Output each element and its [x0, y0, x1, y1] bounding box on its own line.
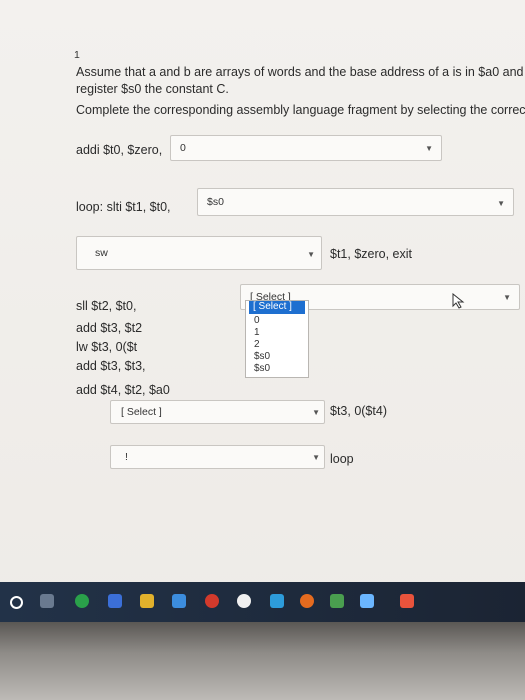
app-icon[interactable]: [360, 594, 374, 608]
code-line-3-tail: $t1, $zero, exit: [330, 247, 412, 261]
question-line-2: register $s0 the constant C.: [76, 82, 229, 96]
search-icon[interactable]: [10, 596, 23, 609]
code-line-9-tail: $t3, 0($t4): [330, 404, 387, 418]
app-icon[interactable]: [237, 594, 251, 608]
code-line-2: loop: slti $t1, $t0,: [76, 200, 171, 214]
select-line-2[interactable]: $s0 ▼: [197, 188, 514, 216]
select-line-3[interactable]: sw ▼: [76, 236, 322, 270]
dropdown-option[interactable]: 0: [254, 315, 260, 326]
select-line-1[interactable]: 0 ▼: [170, 135, 442, 161]
code-line-7: add $t3, $t3,: [76, 359, 146, 373]
chevron-down-icon: ▼: [307, 250, 315, 259]
folder-icon[interactable]: [140, 594, 154, 608]
code-line-4: sll $t2, $t0,: [76, 299, 137, 313]
app-icon[interactable]: [108, 594, 122, 608]
app-icon[interactable]: [205, 594, 219, 608]
chevron-down-icon: ▼: [503, 293, 511, 302]
dropdown-option[interactable]: 2: [254, 339, 260, 350]
chevron-down-icon: ▼: [497, 199, 505, 208]
app-icon[interactable]: [330, 594, 344, 608]
dropdown-option[interactable]: $s0: [254, 351, 270, 362]
select-line-1-value: 0: [180, 142, 186, 154]
app-icon[interactable]: [270, 594, 284, 608]
question-number: 1: [74, 49, 80, 61]
chevron-down-icon: ▼: [425, 144, 433, 153]
chevron-down-icon: ▼: [312, 453, 320, 462]
dropdown-selected-option[interactable]: [ Select ]: [249, 301, 305, 314]
chevron-down-icon: ▼: [312, 408, 320, 417]
select-line-10[interactable]: ! ▼: [110, 445, 325, 469]
code-line-10-tail: loop: [330, 452, 354, 466]
dropdown-menu[interactable]: [ Select ] 0 1 2 $s0 $s0: [245, 300, 309, 378]
store-icon[interactable]: [172, 594, 186, 608]
code-line-6: lw $t3, 0($t: [76, 340, 138, 354]
question-line-3: Complete the corresponding assembly lang…: [76, 103, 525, 117]
app-icon[interactable]: [400, 594, 414, 608]
quiz-page: 1 Assume that a and b are arrays of word…: [0, 0, 525, 622]
select-line-9[interactable]: [ Select ] ▼: [110, 400, 325, 424]
task-view-icon[interactable]: [40, 594, 54, 608]
select-line-2-value: $s0: [207, 196, 224, 208]
select-line-9-value: [ Select ]: [121, 406, 162, 418]
select-line-10-value: !: [125, 451, 128, 463]
code-line-8: add $t4, $t2, $a0: [76, 383, 170, 397]
dropdown-option[interactable]: 1: [254, 327, 260, 338]
chrome-icon[interactable]: [75, 594, 89, 608]
app-icon[interactable]: [300, 594, 314, 608]
code-line-5: add $t3, $t2: [76, 321, 143, 335]
cursor-icon: [452, 293, 465, 309]
monitor-bezel: [0, 622, 525, 700]
dropdown-option[interactable]: $s0: [254, 363, 270, 374]
code-line-1: addi $t0, $zero,: [76, 143, 163, 157]
question-line-1: Assume that a and b are arrays of words …: [76, 65, 525, 79]
select-line-3-value: sw: [95, 247, 108, 259]
